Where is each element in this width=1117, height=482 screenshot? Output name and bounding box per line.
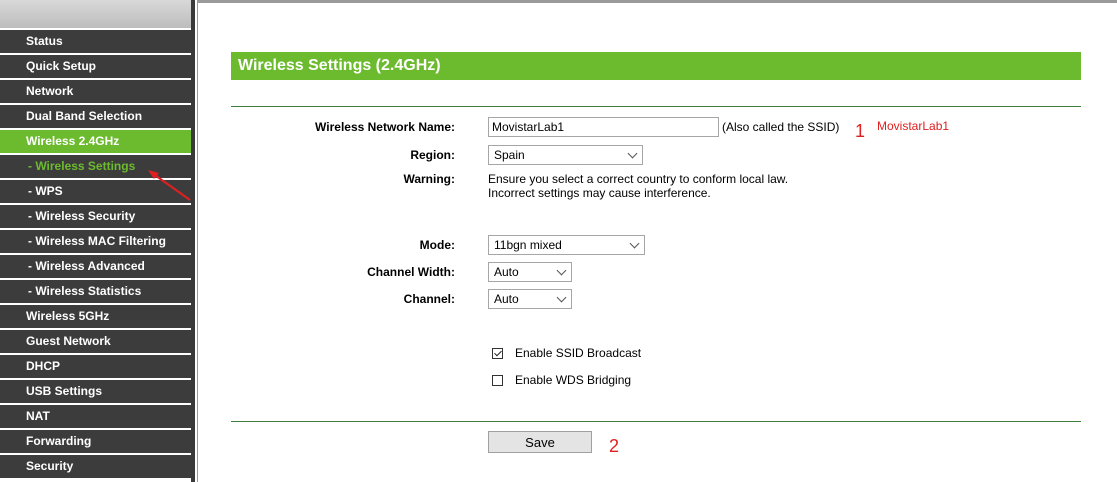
ssid-broadcast-label: Enable SSID Broadcast xyxy=(515,346,642,360)
top-border xyxy=(198,0,1117,3)
sidebar-menu: Status Quick Setup Network Dual Band Select… xyxy=(0,30,191,478)
sidebar-item-dual-band-selection[interactable]: Dual Band Selection xyxy=(0,105,191,128)
save-button[interactable]: Save xyxy=(488,431,592,453)
sidebar-item-forwarding[interactable]: Forwarding xyxy=(0,430,191,453)
region-select[interactable]: Spain xyxy=(488,145,643,165)
sidebar-item-wireless-mac-filtering[interactable]: - Wireless MAC Filtering xyxy=(0,230,191,253)
sidebar-item-usb-settings[interactable]: USB Settings xyxy=(0,380,191,403)
sidebar-item-quick-setup[interactable]: Quick Setup xyxy=(0,55,191,78)
channel-value: Auto xyxy=(494,292,519,306)
annotation-arrow xyxy=(148,170,191,201)
sidebar: Status Quick Setup Network Dual Band Select… xyxy=(0,0,191,482)
sidebar-divider xyxy=(191,0,195,482)
page-title: Wireless Settings (2.4GHz) xyxy=(231,52,1081,80)
chevron-down-icon xyxy=(556,292,567,303)
chevron-down-icon xyxy=(629,238,640,249)
chevron-down-icon xyxy=(556,265,567,276)
sidebar-item-guest-network[interactable]: Guest Network xyxy=(0,330,191,353)
annotation-number-1: 1 xyxy=(855,121,866,141)
sidebar-item-wireless-2-4ghz[interactable]: Wireless 2.4GHz xyxy=(0,130,191,153)
ssid-note: (Also called the SSID) xyxy=(722,120,840,134)
ssid-broadcast-checkbox[interactable] xyxy=(492,348,503,359)
sidebar-item-nat[interactable]: NAT xyxy=(0,405,191,428)
channel-label: Channel: xyxy=(403,292,455,306)
sidebar-item-security[interactable]: Security xyxy=(0,455,191,478)
ssid-input[interactable] xyxy=(488,117,719,137)
mode-value: 11bgn mixed xyxy=(494,238,562,252)
channel-width-label: Channel Width: xyxy=(367,265,455,279)
sidebar-item-dhcp[interactable]: DHCP xyxy=(0,355,191,378)
warning-text-line1: Ensure you select a correct country to c… xyxy=(488,172,789,186)
mode-select[interactable]: 11bgn mixed xyxy=(488,235,645,255)
annotation-number-2: 2 xyxy=(609,436,620,456)
ssid-label: Wireless Network Name: xyxy=(315,120,455,134)
mode-label: Mode: xyxy=(419,238,455,252)
sidebar-item-wireless-advanced[interactable]: - Wireless Advanced xyxy=(0,255,191,278)
region-value: Spain xyxy=(494,148,525,162)
annotation-ssid-text: MovistarLab1 xyxy=(877,119,950,133)
warning-text-line2: Incorrect settings may cause interferenc… xyxy=(488,186,711,200)
sidebar-divider-line xyxy=(197,0,198,482)
channel-width-select[interactable]: Auto xyxy=(488,262,572,282)
sidebar-item-wireless-statistics[interactable]: - Wireless Statistics xyxy=(0,280,191,303)
wds-bridging-checkbox[interactable] xyxy=(492,375,503,386)
divider-top xyxy=(231,106,1081,107)
sidebar-item-wireless-security[interactable]: - Wireless Security xyxy=(0,205,191,228)
region-label: Region: xyxy=(410,148,455,162)
sidebar-item-status[interactable]: Status xyxy=(0,30,191,53)
chevron-down-icon xyxy=(627,148,638,159)
wds-bridging-label: Enable WDS Bridging xyxy=(515,373,632,387)
sidebar-header xyxy=(0,0,191,30)
sidebar-item-network[interactable]: Network xyxy=(0,80,191,103)
divider-bottom xyxy=(231,421,1081,422)
sidebar-item-wireless-5ghz[interactable]: Wireless 5GHz xyxy=(0,305,191,328)
channel-width-value: Auto xyxy=(494,265,519,279)
channel-select[interactable]: Auto xyxy=(488,289,572,309)
warning-label: Warning: xyxy=(403,172,455,186)
